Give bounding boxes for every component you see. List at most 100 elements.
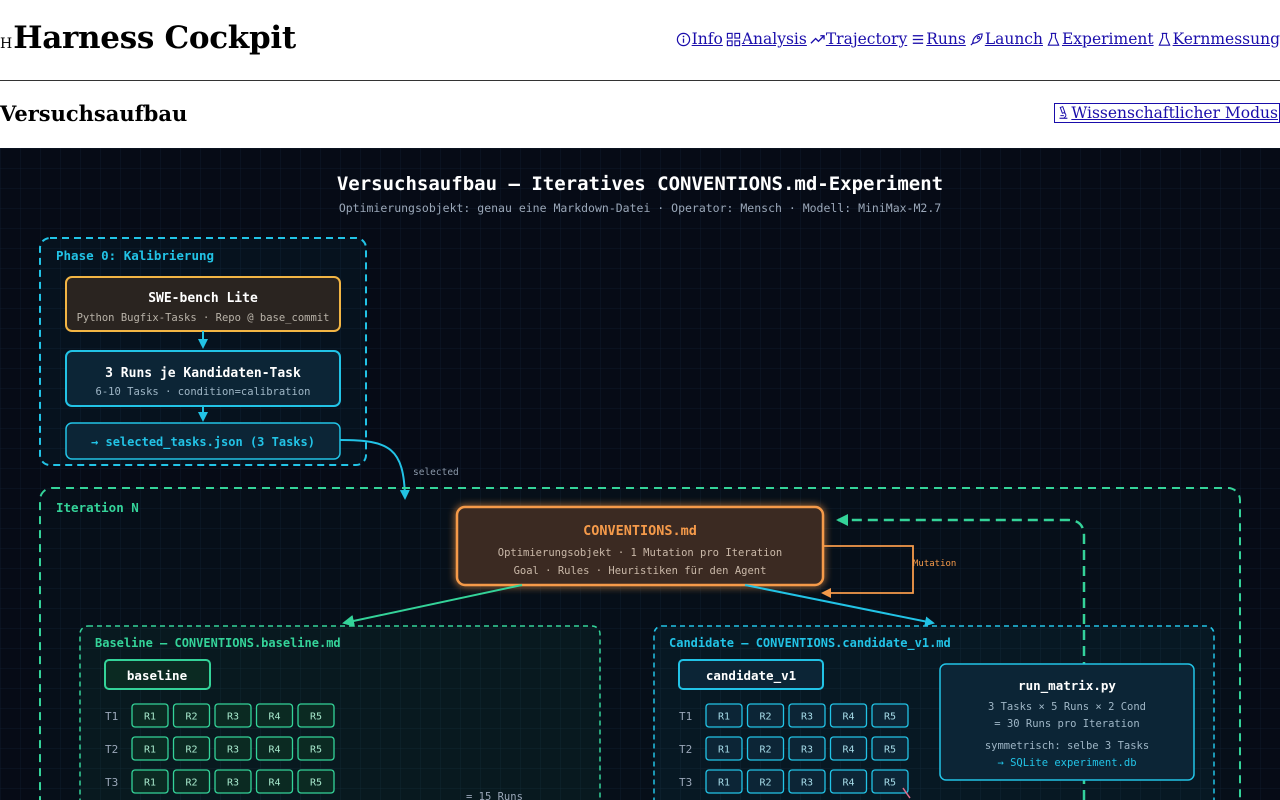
baseline-run-cell[interactable]: R4 — [255, 769, 294, 794]
baseline-run-cell[interactable]: R5 — [297, 736, 335, 761]
nav-runs[interactable]: Runs — [910, 30, 966, 48]
selected-tasks-label: → selected_tasks.json (3 Tasks) — [91, 435, 315, 450]
candidate-run-label: R4 — [842, 745, 854, 756]
calibration-runs-title: 3 Runs je Kandidaten-Task — [105, 366, 301, 381]
baseline-run-cell[interactable]: R3 — [214, 703, 252, 728]
candidate-run-label: R2 — [759, 712, 771, 723]
calibration-runs-node[interactable]: 3 Runs je Kandidaten-Task 6-10 Tasks · c… — [65, 350, 341, 407]
calibration-runs-subtitle: 6-10 Tasks · condition=calibration — [96, 386, 311, 398]
nav-kernmessung-label: Kernmessung — [1172, 30, 1280, 48]
baseline-total: = 15 Runs — [466, 791, 523, 800]
baseline-run-label: R4 — [268, 712, 280, 723]
candidate-run-label: R5 — [884, 712, 896, 723]
run-matrix-node[interactable]: run_matrix.py 3 Tasks × 5 Runs × 2 Cond … — [939, 663, 1195, 781]
candidate-run-cell[interactable]: R1 — [705, 703, 743, 728]
baseline-run-label: R1 — [144, 745, 156, 756]
selected-edge-label: selected — [413, 467, 459, 478]
experiment-diagram: Versuchsaufbau — Iteratives CONVENTIONS.… — [0, 148, 1280, 800]
baseline-run-cell[interactable]: R5 — [297, 769, 335, 794]
candidate-run-cell[interactable]: R4 — [829, 703, 868, 728]
baseline-tag-label: baseline — [127, 668, 188, 683]
baseline-run-cell[interactable]: R5 — [297, 703, 335, 728]
info-icon — [676, 32, 690, 46]
nav-experiment-label: Experiment — [1061, 30, 1154, 48]
candidate-run-cell[interactable]: R5 — [871, 769, 909, 794]
grid-icon — [726, 32, 740, 46]
candidate-run-cell[interactable]: R3 — [788, 703, 826, 728]
nav-launch[interactable]: Launch — [969, 30, 1043, 48]
baseline-run-cell[interactable]: R1 — [131, 736, 169, 761]
nav-runs-label: Runs — [926, 30, 966, 48]
baseline-task-label: T2 — [105, 743, 118, 756]
nav-experiment[interactable]: Experiment — [1046, 30, 1154, 48]
candidate-run-cell[interactable]: R1 — [705, 769, 743, 794]
scientific-mode-button[interactable]: Wissenschaftlicher Modus — [1054, 103, 1280, 123]
swe-bench-title: SWE-bench Lite — [148, 291, 258, 306]
baseline-run-label: R4 — [268, 778, 280, 789]
candidate-tag[interactable]: candidate_v1 — [678, 659, 824, 690]
candidate-run-cell[interactable]: R5 — [871, 736, 909, 761]
brand-logo: H — [0, 36, 13, 52]
swe-bench-node[interactable]: SWE-bench Lite Python Bugfix-Tasks · Rep… — [65, 276, 341, 332]
brand[interactable]: H Harness Cockpit — [0, 20, 296, 56]
candidate-run-label: R1 — [718, 712, 730, 723]
nav-info-label: Info — [691, 30, 723, 48]
baseline-run-grid: T1 R1 R2 R3 R4 R5 T2 R1 R2 R3 R4 R5 T3 R1 R2 R3 R4 R5 — [105, 703, 335, 794]
flask-icon — [1047, 32, 1060, 46]
baseline-run-cell[interactable]: R1 — [131, 703, 169, 728]
candidate-run-label: R3 — [801, 745, 813, 756]
candidate-run-cell[interactable]: R4 — [829, 769, 868, 794]
baseline-tag[interactable]: baseline — [104, 659, 211, 690]
candidate-run-cell[interactable]: R3 — [788, 736, 826, 761]
candidate-run-grid: T1 R1 R2 R3 R4 R5 T2 R1 R2 R3 R4 R5 T3 R1 R2 R3 R4 R5 — [679, 703, 909, 794]
phase0-label: Phase 0: Kalibrierung — [56, 248, 214, 263]
run-matrix-line3: symmetrisch: selbe 3 Tasks — [985, 740, 1149, 752]
baseline-run-cell[interactable]: R3 — [214, 769, 252, 794]
baseline-task-label: T3 — [105, 776, 118, 789]
nav-analysis-label: Analysis — [741, 30, 807, 48]
baseline-run-label: R1 — [144, 712, 156, 723]
candidate-task-label: T2 — [679, 743, 692, 756]
baseline-run-cell[interactable]: R1 — [131, 769, 169, 794]
app-title: Harness Cockpit — [13, 20, 296, 56]
nav-trajectory[interactable]: Trajectory — [810, 30, 907, 48]
baseline-run-cell[interactable]: R2 — [172, 703, 211, 728]
conventions-node[interactable]: CONVENTIONS.md Optimierungsobjekt · 1 Mu… — [455, 505, 825, 587]
nav-kernmessung[interactable]: Kernmessung — [1157, 30, 1280, 48]
baseline-run-label: R3 — [227, 712, 239, 723]
candidate-run-cell[interactable]: R4 — [829, 736, 868, 761]
candidate-run-cell[interactable]: R3 — [788, 769, 826, 794]
scientific-mode-label: Wissenschaftlicher Modus — [1071, 104, 1278, 122]
candidate-label: Candidate — CONVENTIONS.candidate_v1.md — [669, 636, 951, 651]
baseline-run-label: R3 — [227, 745, 239, 756]
candidate-run-cell[interactable]: R2 — [746, 703, 785, 728]
candidate-tag-label: candidate_v1 — [706, 668, 796, 684]
baseline-run-label: R5 — [310, 712, 322, 723]
selected-tasks-node[interactable]: → selected_tasks.json (3 Tasks) — [65, 422, 341, 460]
candidate-run-label: R3 — [801, 778, 813, 789]
nav-launch-label: Launch — [984, 30, 1043, 48]
nav-analysis[interactable]: Analysis — [726, 30, 807, 48]
conventions-line1: Optimierungsobjekt · 1 Mutation pro Iter… — [498, 547, 782, 559]
baseline-run-cell[interactable]: R4 — [255, 736, 294, 761]
candidate-run-label: R4 — [842, 778, 854, 789]
candidate-run-cell[interactable]: R5 — [871, 703, 909, 728]
baseline-run-cell[interactable]: R2 — [172, 736, 211, 761]
flask-icon — [1158, 32, 1171, 46]
baseline-run-label: R3 — [227, 778, 239, 789]
conventions-line2: Goal · Rules · Heuristiken für den Agent — [514, 565, 767, 577]
candidate-task-label: T1 — [679, 710, 692, 723]
nav-info[interactable]: Info — [676, 30, 723, 48]
candidate-run-cell[interactable]: R2 — [746, 769, 785, 794]
baseline-run-cell[interactable]: R2 — [172, 769, 211, 794]
candidate-run-label: R3 — [801, 712, 813, 723]
nav-trajectory-label: Trajectory — [825, 30, 908, 48]
candidate-run-cell[interactable]: R1 — [705, 736, 743, 761]
run-matrix-line1: 3 Tasks × 5 Runs × 2 Cond — [988, 701, 1146, 713]
baseline-run-cell[interactable]: R3 — [214, 736, 252, 761]
baseline-run-cell[interactable]: R4 — [255, 703, 294, 728]
conventions-title: CONVENTIONS.md — [583, 523, 697, 539]
baseline-run-label: R5 — [310, 778, 322, 789]
list-icon — [913, 34, 924, 44]
candidate-run-cell[interactable]: R2 — [746, 736, 785, 761]
